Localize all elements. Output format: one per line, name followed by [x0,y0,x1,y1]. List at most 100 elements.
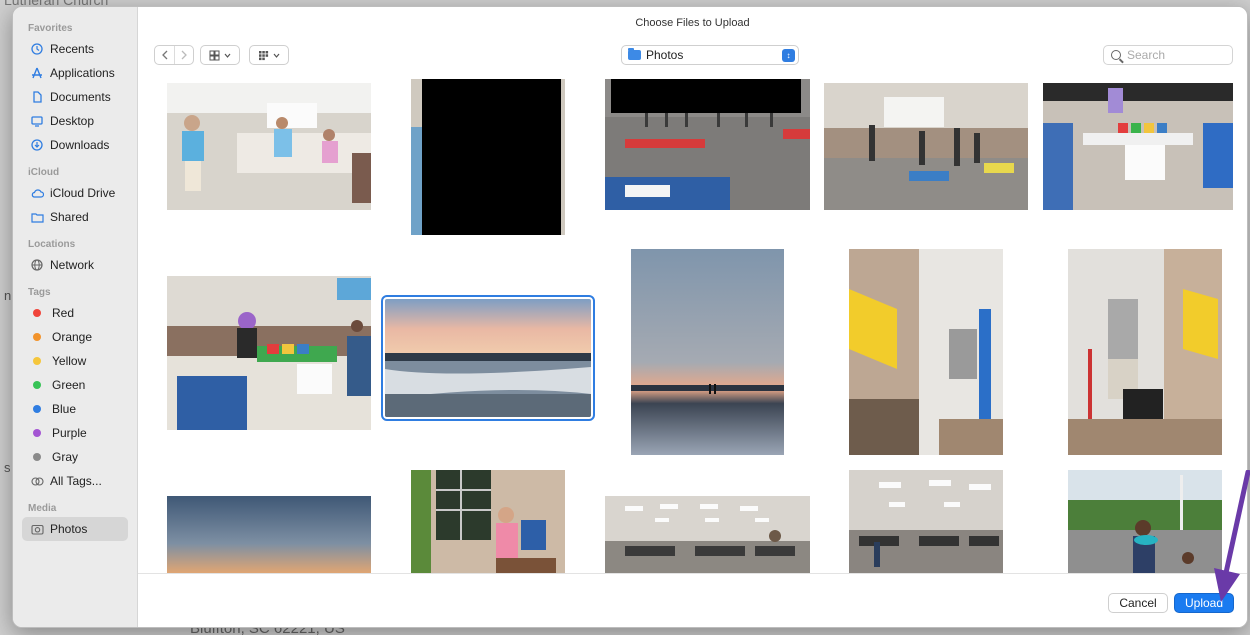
sidebar-item-photos[interactable]: Photos [22,517,128,541]
chevron-right-icon [181,50,187,60]
tag-dot-icon [33,405,41,413]
file-chooser-dialog: Favorites Recents Applications Documents… [12,6,1248,628]
desktop-icon [30,114,44,128]
photo-thumbnail[interactable] [167,276,371,430]
sidebar: Favorites Recents Applications Documents… [13,7,138,627]
popup-chevron-icon: ↕ [782,49,795,62]
group-icon [259,50,269,60]
shared-folder-icon [30,210,44,224]
location-popup[interactable]: Photos ↕ [621,45,799,65]
sidebar-item-label: All Tags... [50,474,102,488]
photo-thumbnail[interactable] [411,470,565,575]
background-edge-text: s [4,460,11,475]
photo-thumbnail[interactable] [605,496,810,575]
photo-thumbnail[interactable] [824,83,1028,210]
history-nav [154,45,194,65]
sidebar-item-shared[interactable]: Shared [13,205,137,229]
sidebar-item-icloud-drive[interactable]: iCloud Drive [13,181,137,205]
photo-thumbnail[interactable] [167,83,371,210]
sidebar-item-label: Blue [52,402,77,416]
photo-thumbnail[interactable] [605,79,810,210]
sidebar-section-media: Media [28,503,57,514]
sidebar-item-label: Recents [50,42,95,56]
sidebar-item-recents[interactable]: Recents [13,37,137,61]
photo-grid [138,79,1247,575]
document-icon [30,90,44,104]
search-field[interactable]: Search [1103,45,1233,65]
annotation-arrow-icon [1214,470,1250,602]
all-tags-icon [30,474,44,488]
back-button[interactable] [155,46,174,64]
sidebar-item-applications[interactable]: Applications [13,61,137,85]
sidebar-item-network[interactable]: Network [13,253,137,277]
tag-dot-icon [33,453,41,461]
tag-dot-icon [33,357,41,365]
globe-icon [30,258,44,272]
photo-thumbnail[interactable] [1068,249,1222,455]
sidebar-item-label: Shared [50,210,89,224]
sidebar-tag-yellow[interactable]: Yellow [13,349,137,373]
photo-thumbnail[interactable] [1068,470,1222,575]
photo-thumbnail[interactable] [849,470,1003,575]
sidebar-item-label: Documents [50,90,111,104]
chevron-down-icon [273,53,280,58]
cloud-icon [30,186,44,200]
sidebar-item-desktop[interactable]: Desktop [13,109,137,133]
sidebar-tag-orange[interactable]: Orange [13,325,137,349]
photo-thumbnail[interactable] [849,249,1003,455]
tag-dot-icon [33,381,41,389]
chevron-down-icon [224,53,231,58]
toolbar: Photos ↕ Search [154,45,1233,67]
sidebar-section-icloud: iCloud [28,167,60,178]
cancel-button[interactable]: Cancel [1108,593,1168,613]
photo-thumbnail-selected[interactable] [381,295,595,421]
tag-dot-icon [33,429,41,437]
background-edge-text: n [4,288,12,303]
sidebar-item-label: iCloud Drive [50,186,116,200]
photo-thumbnail[interactable] [167,496,371,575]
grid-view-icon [209,50,220,60]
search-placeholder: Search [1127,48,1166,62]
tag-dot-icon [33,309,41,317]
photo-thumbnail[interactable] [1043,83,1233,210]
sidebar-section-tags: Tags [28,287,51,298]
download-icon [30,138,44,152]
sidebar-item-label: Purple [52,426,87,440]
sidebar-tag-gray[interactable]: Gray [13,445,137,469]
sidebar-item-label: Downloads [50,138,110,152]
photo-thumbnail[interactable] [631,249,784,455]
sidebar-all-tags[interactable]: All Tags... [13,469,137,493]
sidebar-item-label: Yellow [52,354,87,368]
photos-icon [30,522,44,536]
sidebar-item-label: Photos [50,522,88,536]
location-label: Photos [646,48,684,62]
sidebar-item-label: Green [52,378,86,392]
sidebar-item-label: Orange [52,330,93,344]
sidebar-item-label: Desktop [50,114,95,128]
folder-icon [628,48,641,60]
photo-thumbnail[interactable] [411,79,565,235]
sidebar-item-label: Gray [52,450,79,464]
sidebar-tag-green[interactable]: Green [13,373,137,397]
sidebar-tag-red[interactable]: Red [13,301,137,325]
applications-icon [30,66,44,80]
view-mode-button[interactable] [200,45,240,65]
clock-icon [30,42,44,56]
sidebar-item-label: Applications [50,66,115,80]
group-by-button[interactable] [249,45,289,65]
sidebar-item-label: Red [52,306,75,320]
tag-dot-icon [33,333,41,341]
sidebar-section-locations: Locations [28,239,76,250]
main-pane: Choose Files to Upload Photos ↕ Search C… [138,7,1247,627]
sidebar-tag-purple[interactable]: Purple [13,421,137,445]
sidebar-tag-blue[interactable]: Blue [13,397,137,421]
dialog-title: Choose Files to Upload [635,17,750,29]
sidebar-item-label: Network [50,258,95,272]
search-icon [1111,50,1121,60]
sidebar-item-documents[interactable]: Documents [13,85,137,109]
sidebar-section-favorites: Favorites [28,23,73,34]
sidebar-item-downloads[interactable]: Downloads [13,133,137,157]
chevron-left-icon [161,50,167,60]
dialog-footer: Cancel Upload [138,573,1247,627]
forward-button[interactable] [174,46,193,64]
